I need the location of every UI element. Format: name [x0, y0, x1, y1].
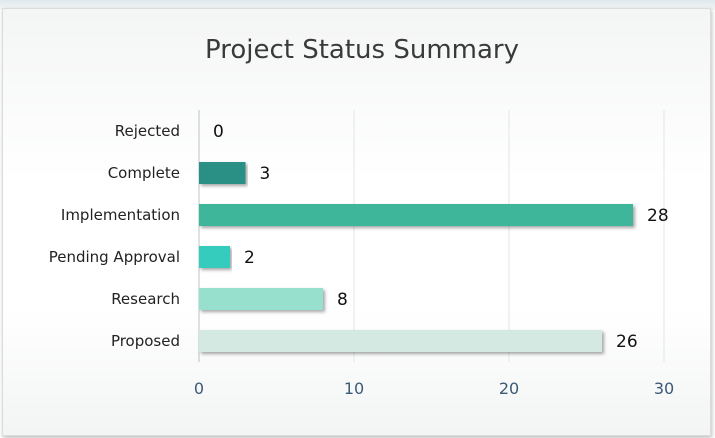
category-label: Rejected [115, 122, 180, 140]
bars [199, 162, 633, 352]
category-label: Complete [108, 164, 180, 182]
data-label: 2 [244, 248, 255, 268]
gridlines [198, 110, 665, 362]
x-tick-label: 20 [499, 379, 519, 398]
data-label: 26 [616, 332, 638, 352]
data-labels: 03282826 [213, 122, 669, 352]
category-label: Proposed [111, 332, 180, 350]
data-label: 3 [260, 164, 271, 184]
data-label: 0 [213, 122, 224, 142]
category-label: Research [111, 290, 180, 308]
x-tick-label: 30 [654, 379, 674, 398]
bar [199, 162, 246, 184]
chart-title: Project Status Summary [205, 35, 519, 65]
bar [199, 330, 602, 352]
category-label: Implementation [61, 206, 180, 224]
x-tick-labels: 0 10 20 30 [194, 379, 674, 398]
x-tick-label: 10 [344, 379, 364, 398]
x-tick-label: 0 [194, 379, 204, 398]
category-label: Pending Approval [49, 248, 180, 266]
bar [199, 246, 230, 268]
bar-chart: Project Status Summary Rejected Complete I… [49, 35, 674, 398]
category-labels: Rejected Complete Implementation Pending Ap… [49, 122, 180, 350]
data-label: 28 [647, 206, 669, 226]
bar [199, 288, 323, 310]
data-label: 8 [337, 290, 348, 310]
bar [199, 204, 633, 226]
